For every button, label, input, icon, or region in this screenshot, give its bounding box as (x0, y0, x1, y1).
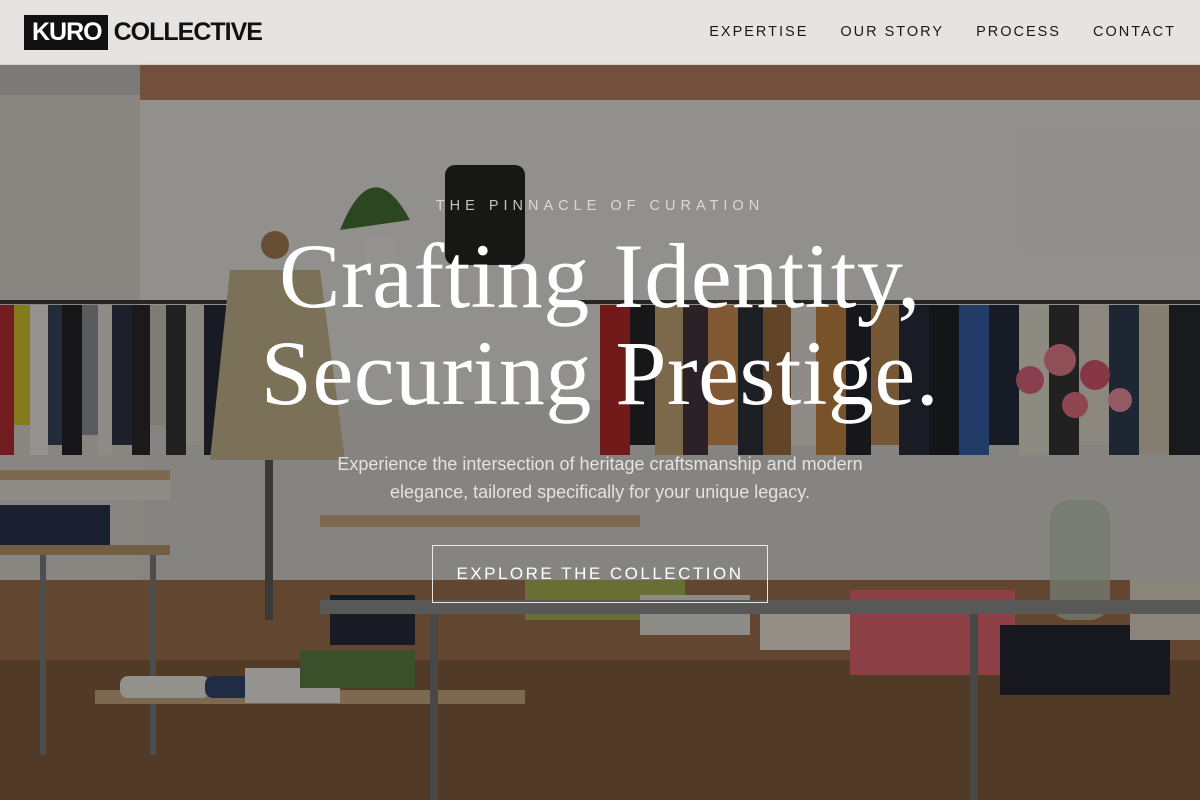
hero-headline-line1: Crafting Identity, (279, 225, 921, 327)
hero-headline-line2: Securing Prestige. (260, 322, 940, 424)
logo-box: KURO (24, 14, 108, 50)
top-navigation: KURO COLLECTIVE EXPERTISE OUR STORY PROC… (0, 0, 1200, 65)
main-nav: EXPERTISE OUR STORY PROCESS CONTACT (677, 24, 1176, 40)
explore-collection-button[interactable]: EXPLORE THE COLLECTION (432, 545, 768, 603)
hero-headline: Crafting Identity, Securing Prestige. (0, 228, 1200, 422)
nav-link-our-story[interactable]: OUR STORY (840, 24, 944, 40)
hero-content: THE PINNACLE OF CURATION Crafting Identi… (0, 0, 1200, 800)
nav-link-expertise[interactable]: EXPERTISE (709, 24, 808, 40)
logo-text: COLLECTIVE (113, 17, 263, 46)
brand-logo[interactable]: KURO COLLECTIVE (24, 14, 263, 50)
nav-link-contact[interactable]: CONTACT (1093, 24, 1176, 40)
nav-link-process[interactable]: PROCESS (976, 24, 1061, 40)
hero-eyebrow: THE PINNACLE OF CURATION (435, 198, 765, 214)
hero-subtext: Experience the intersection of heritage … (337, 454, 863, 502)
